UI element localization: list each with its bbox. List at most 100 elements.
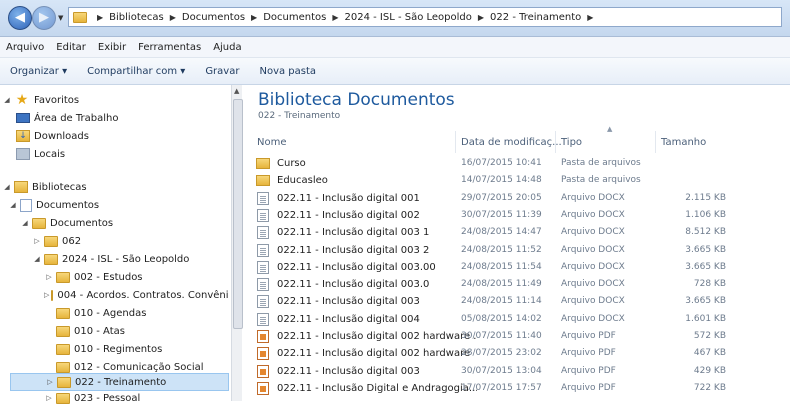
recent-pages-dropdown[interactable]: ▼: [58, 14, 63, 22]
file-size: 467 KB: [693, 348, 726, 359]
chevron-right-icon[interactable]: ▶: [587, 13, 593, 22]
nav-libraries[interactable]: ◢ Bibliotecas: [2, 178, 87, 196]
nav-folder-010-regimentos-label: 010 - Regimentos: [74, 343, 163, 355]
file-row[interactable]: Curso 16/07/2015 10:41 Pasta de arquivos: [253, 155, 783, 172]
navigation-scrollbar[interactable]: ▲: [231, 85, 243, 401]
nav-folder-002[interactable]: ▷ 002 - Estudos: [44, 268, 143, 286]
nav-folder-010-regimentos[interactable]: 010 - Regimentos: [54, 340, 162, 358]
forward-button[interactable]: ▶: [32, 6, 56, 30]
nav-folder-022-label: 022 - Treinamento: [75, 376, 167, 388]
back-button[interactable]: ◀: [8, 6, 32, 30]
collapse-icon[interactable]: ▷: [45, 378, 55, 386]
menu-bar: Arquivo Editar Exibir Ferramentas Ajuda: [0, 37, 790, 58]
file-type: Arquivo DOCX: [561, 244, 625, 255]
nav-places[interactable]: Locais: [14, 145, 65, 163]
file-row[interactable]: 022.11 - Inclusão digital 002 hardware .…: [253, 328, 783, 345]
file-size: 3.665 KB: [685, 261, 726, 272]
breadcrumb-documentos[interactable]: Documentos: [182, 12, 245, 23]
chevron-right-icon[interactable]: ▶: [97, 13, 103, 22]
address-path-box[interactable]: ▶ Bibliotecas ▶ Documentos ▶ Documentos …: [68, 7, 782, 27]
nav-desktop[interactable]: Área de Trabalho: [14, 109, 118, 127]
file-name: 022.11 - Inclusão Digital e Andragogia..…: [277, 382, 477, 394]
expand-icon[interactable]: ◢: [32, 255, 42, 263]
file-row[interactable]: 022.11 - Inclusão digital 001 29/07/2015 …: [253, 190, 783, 207]
expand-icon[interactable]: ◢: [2, 183, 12, 191]
column-date[interactable]: Data de modificaç...: [461, 131, 562, 153]
share-button[interactable]: Compartilhar com ▾: [77, 66, 195, 77]
documents-library-icon: [20, 198, 32, 212]
collapse-icon[interactable]: ▷: [44, 273, 54, 281]
scrollbar-thumb[interactable]: [233, 99, 243, 329]
file-row[interactable]: 022.11 - Inclusão digital 003 24/08/2015 …: [253, 293, 783, 310]
file-size: 1.106 KB: [685, 209, 726, 220]
column-separator[interactable]: [555, 131, 556, 153]
navigation-pane: ◢ ★ Favoritos Área de Trabalho ↓ Downloa…: [0, 85, 231, 404]
folder-icon: [56, 343, 70, 355]
file-date: 24/08/2015 11:54: [461, 261, 542, 272]
command-toolbar: Organizar ▾ Compartilhar com ▾ Gravar No…: [0, 58, 790, 85]
menu-ajuda[interactable]: Ajuda: [207, 42, 247, 53]
file-row[interactable]: 022.11 - Inclusão digital 002 30/07/2015 …: [253, 207, 783, 224]
burn-button[interactable]: Gravar: [195, 66, 249, 77]
file-row[interactable]: 022.11 - Inclusão digital 003.0 24/08/201…: [253, 276, 783, 293]
file-row[interactable]: 022.11 - Inclusão digital 003 30/07/2015 …: [253, 363, 783, 380]
chevron-right-icon[interactable]: ▶: [478, 13, 484, 22]
nav-folder-023[interactable]: ▷ 023 - Pessoal: [44, 389, 140, 407]
scroll-up-icon[interactable]: ▲: [234, 87, 239, 95]
nav-folder-062[interactable]: ▷ 062: [32, 232, 81, 250]
file-date: 17/07/2015 17:57: [461, 382, 542, 393]
chevron-right-icon[interactable]: ▶: [170, 13, 176, 22]
breadcrumb-bibliotecas[interactable]: Bibliotecas: [109, 12, 164, 23]
nav-libraries-label: Bibliotecas: [32, 181, 87, 193]
file-size: 3.665 KB: [685, 244, 726, 255]
file-row[interactable]: Educasleo 14/07/2015 14:48 Pasta de arquiv…: [253, 172, 783, 189]
library-subtitle: 022 - Treinamento: [258, 111, 341, 121]
pdf-icon: [257, 347, 269, 361]
file-row[interactable]: 022.11 - Inclusão digital 004 05/08/2015 …: [253, 311, 783, 328]
file-row[interactable]: 022.11 - Inclusão digital 003 1 24/08/201…: [253, 224, 783, 241]
nav-folder-010-agendas[interactable]: 010 - Agendas: [54, 304, 146, 322]
menu-editar[interactable]: Editar: [50, 42, 92, 53]
nav-documents-library[interactable]: ◢ Documentos: [8, 196, 99, 214]
file-name: Curso: [277, 158, 306, 169]
file-size: 1.601 KB: [685, 313, 726, 324]
breadcrumb-documentos-sub[interactable]: Documentos: [263, 12, 326, 23]
column-type[interactable]: Tipo: [561, 131, 582, 153]
nav-favorites[interactable]: ◢ ★ Favoritos: [2, 91, 79, 109]
file-row[interactable]: 022.11 - Inclusão digital 003.00 24/08/20…: [253, 259, 783, 276]
nav-folder-2024[interactable]: ◢ 2024 - ISL - São Leopoldo: [32, 250, 189, 268]
nav-documents-folder[interactable]: ◢ Documentos: [20, 214, 113, 232]
file-row[interactable]: 022.11 - Inclusão digital 003 2 24/08/201…: [253, 242, 783, 259]
nav-folder-010-atas[interactable]: 010 - Atas: [54, 322, 125, 340]
file-size: 572 KB: [693, 331, 726, 341]
file-name: 022.11 - Inclusão digital 003.0: [277, 279, 430, 291]
new-folder-button[interactable]: Nova pasta: [249, 66, 326, 77]
column-separator[interactable]: [455, 131, 456, 153]
menu-arquivo[interactable]: Arquivo: [0, 42, 50, 53]
chevron-right-icon[interactable]: ▶: [251, 13, 257, 22]
expand-icon[interactable]: ◢: [2, 96, 12, 104]
chevron-right-icon[interactable]: ▶: [332, 13, 338, 22]
nav-folder-004[interactable]: ▷ 004 - Acordos. Contratos. Convênios: [44, 286, 229, 304]
collapse-icon[interactable]: ▷: [32, 237, 42, 245]
file-list-pane: Biblioteca Documentos 022 - Treinamento …: [243, 85, 790, 401]
collapse-icon[interactable]: ▷: [44, 291, 49, 299]
file-name: 022.11 - Inclusão digital 003 2: [277, 244, 430, 256]
column-size[interactable]: Tamanho: [661, 131, 706, 153]
file-row[interactable]: 022.11 - Inclusão Digital e Andragogia..…: [253, 380, 783, 397]
organize-button[interactable]: Organizar ▾: [0, 66, 77, 77]
column-name[interactable]: Nome: [257, 131, 287, 153]
expand-icon[interactable]: ◢: [20, 219, 30, 227]
menu-ferramentas[interactable]: Ferramentas: [132, 42, 207, 53]
menu-exibir[interactable]: Exibir: [92, 42, 132, 53]
nav-folder-023-label: 023 - Pessoal: [74, 392, 141, 404]
address-bar: ◀ ▶ ▼ ▶ Bibliotecas ▶ Documentos ▶ Docum…: [0, 0, 790, 37]
column-separator[interactable]: [655, 131, 656, 153]
file-row[interactable]: 022.11 - Inclusão digital 002 hardware 28…: [253, 345, 783, 362]
breadcrumb-2024[interactable]: 2024 - ISL - São Leopoldo: [344, 12, 471, 23]
file-type: Arquivo DOCX: [561, 279, 625, 290]
nav-downloads[interactable]: ↓ Downloads: [14, 127, 89, 145]
breadcrumb-022[interactable]: 022 - Treinamento: [490, 12, 581, 23]
expand-icon[interactable]: ◢: [8, 201, 18, 209]
folder-icon: [56, 325, 70, 337]
